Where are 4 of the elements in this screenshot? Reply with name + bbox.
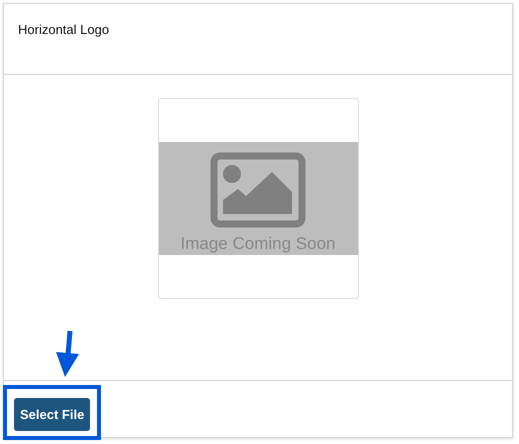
card-title: Horizontal Logo xyxy=(18,22,110,37)
image-icon xyxy=(210,152,306,228)
down-arrow-icon xyxy=(55,329,79,379)
select-file-button[interactable]: Select File xyxy=(14,398,90,431)
